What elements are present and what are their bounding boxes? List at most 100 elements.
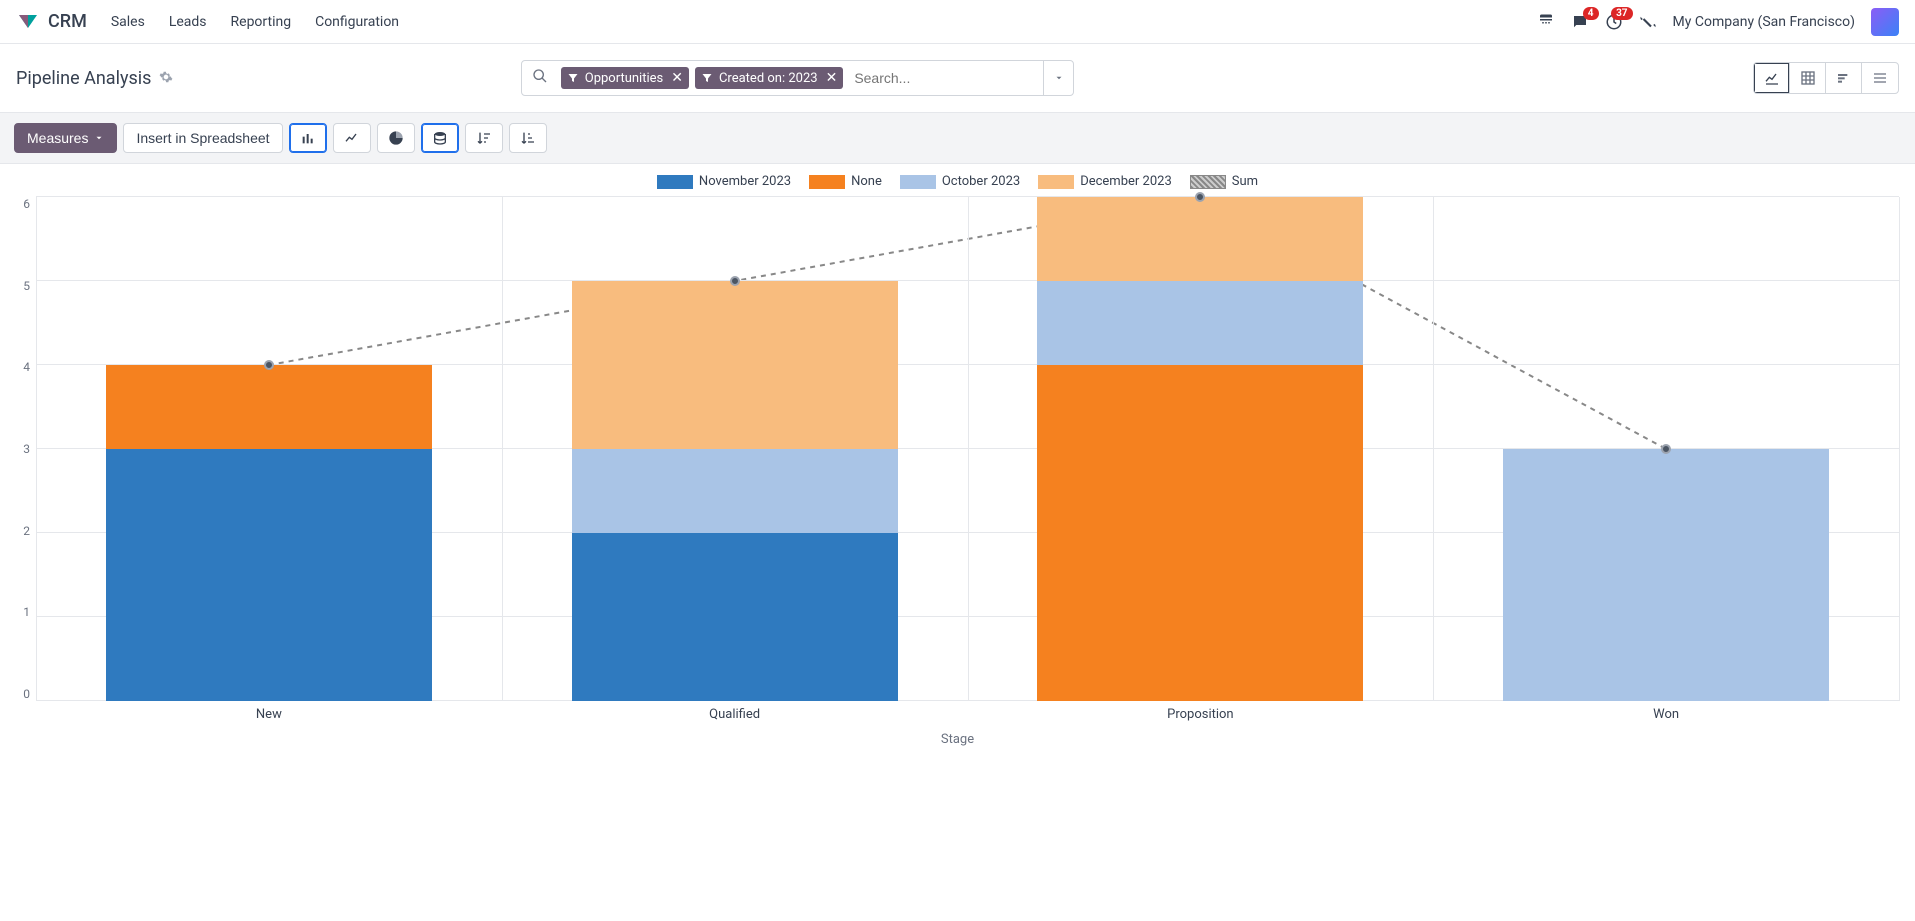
bar-column [1503, 449, 1829, 701]
filter-facet-opportunities: Opportunities ✕ [561, 67, 689, 89]
measures-label: Measures [27, 130, 88, 146]
legend-item[interactable]: Sum [1190, 174, 1258, 189]
bar-column [572, 281, 898, 701]
control-panel: Pipeline Analysis Opportunities ✕ Create… [0, 44, 1915, 112]
search-wrap: Opportunities ✕ Created on: 2023 ✕ [521, 60, 1075, 96]
plot-wrap: 6 5 4 3 2 1 0 [16, 197, 1899, 701]
nav-menu: Sales Leads Reporting Configuration [111, 14, 399, 30]
y-tick: 0 [23, 687, 30, 701]
legend-swatch [900, 175, 936, 189]
bar-segment[interactable] [572, 281, 898, 449]
sum-point[interactable] [1195, 192, 1205, 202]
chart-type-bar[interactable] [289, 123, 327, 153]
nav-leads[interactable]: Leads [169, 14, 207, 30]
legend-swatch [1038, 175, 1074, 189]
x-axis-label: Stage [16, 732, 1899, 747]
page-title: Pipeline Analysis [16, 68, 151, 89]
facet-label: Created on: 2023 [719, 71, 818, 86]
x-tick: Won [1433, 707, 1899, 722]
sum-point[interactable] [730, 276, 740, 286]
legend-item[interactable]: November 2023 [657, 174, 791, 189]
filter-icon [701, 72, 713, 84]
view-cohort[interactable] [1826, 63, 1862, 93]
y-tick: 3 [23, 442, 30, 456]
search-dropdown[interactable] [1043, 61, 1073, 95]
bar-segment[interactable] [1503, 449, 1829, 701]
graph-toolbar: Measures Insert in Spreadsheet [0, 112, 1915, 164]
view-pivot[interactable] [1790, 63, 1826, 93]
legend-item[interactable]: October 2023 [900, 174, 1020, 189]
sort-asc-button[interactable] [509, 123, 547, 153]
y-tick: 2 [23, 524, 30, 538]
gear-icon[interactable] [159, 68, 173, 89]
filter-facet-created-on: Created on: 2023 ✕ [695, 67, 843, 89]
measures-button[interactable]: Measures [14, 123, 117, 153]
call-icon[interactable] [1537, 13, 1555, 31]
bar-segment[interactable] [1037, 281, 1363, 365]
bar-segment[interactable] [572, 533, 898, 701]
chart-stacked-toggle[interactable] [421, 123, 459, 153]
view-graph[interactable] [1754, 63, 1790, 93]
close-icon[interactable]: ✕ [826, 70, 838, 86]
nav-right: 4 37 My Company (San Francisco) [1537, 8, 1899, 36]
nav-configuration[interactable]: Configuration [315, 14, 399, 30]
bar-segment[interactable] [106, 449, 432, 701]
bar-segment[interactable] [106, 365, 432, 449]
bar-column [1037, 197, 1363, 701]
chart-area: November 2023 None October 2023 December… [0, 164, 1915, 763]
facet-label: Opportunities [585, 71, 663, 86]
view-list[interactable] [1862, 63, 1898, 93]
bar-segment[interactable] [1037, 365, 1363, 701]
y-tick: 5 [23, 279, 30, 293]
sum-point[interactable] [1661, 444, 1671, 454]
chart-type-pie[interactable] [377, 123, 415, 153]
legend-swatch [809, 175, 845, 189]
legend-swatch [1190, 175, 1226, 189]
filter-icon [567, 72, 579, 84]
bar-segment[interactable] [1037, 197, 1363, 281]
messages-badge: 4 [1583, 7, 1599, 20]
legend-item[interactable]: December 2023 [1038, 174, 1172, 189]
bar-segment[interactable] [572, 449, 898, 533]
close-icon[interactable]: ✕ [671, 70, 683, 86]
grid-line [1899, 197, 1900, 701]
view-switcher [1753, 62, 1899, 94]
chart-legend: November 2023 None October 2023 December… [16, 174, 1899, 189]
grid-line [968, 197, 969, 701]
activities-icon[interactable]: 37 [1605, 13, 1623, 31]
y-tick: 6 [23, 197, 30, 211]
x-tick: Qualified [502, 707, 968, 722]
breadcrumb: Pipeline Analysis [16, 68, 173, 89]
activities-badge: 37 [1611, 7, 1632, 20]
plot [36, 197, 1899, 701]
legend-item[interactable]: None [809, 174, 882, 189]
sort-desc-button[interactable] [465, 123, 503, 153]
y-tick: 4 [23, 360, 30, 374]
y-axis: 6 5 4 3 2 1 0 [16, 197, 36, 701]
chart-type-line[interactable] [333, 123, 371, 153]
user-avatar[interactable] [1871, 8, 1899, 36]
top-nav: CRM Sales Leads Reporting Configuration … [0, 0, 1915, 44]
sum-point[interactable] [264, 360, 274, 370]
y-tick: 1 [23, 605, 30, 619]
x-tick: Proposition [968, 707, 1434, 722]
legend-swatch [657, 175, 693, 189]
nav-sales[interactable]: Sales [111, 14, 145, 30]
grid-line [502, 197, 503, 701]
grid-line [1433, 197, 1434, 701]
app-name[interactable]: CRM [48, 11, 87, 32]
messages-icon[interactable]: 4 [1571, 13, 1589, 31]
grid-line [36, 197, 37, 701]
insert-spreadsheet-button[interactable]: Insert in Spreadsheet [123, 123, 282, 153]
debug-icon[interactable] [1639, 13, 1657, 31]
chevron-down-icon [94, 133, 104, 143]
search-icon[interactable] [522, 68, 558, 88]
search-input[interactable] [846, 70, 1043, 86]
app-logo [16, 10, 40, 34]
x-tick: New [36, 707, 502, 722]
x-axis: NewQualifiedPropositionWon [36, 707, 1899, 722]
nav-reporting[interactable]: Reporting [231, 14, 292, 30]
bar-column [106, 365, 432, 701]
insert-label: Insert in Spreadsheet [136, 130, 269, 146]
company-selector[interactable]: My Company (San Francisco) [1673, 14, 1855, 30]
